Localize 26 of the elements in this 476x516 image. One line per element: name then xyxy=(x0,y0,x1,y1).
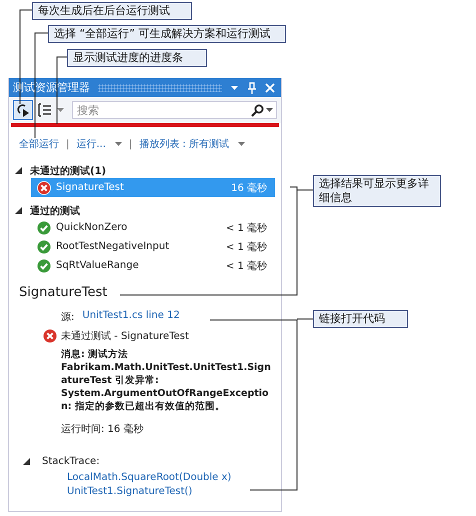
stack-trace-label: StackTrace: xyxy=(42,456,100,467)
test-row[interactable]: RootTestNegativeInput < 1 毫秒 xyxy=(31,237,275,256)
result-text: 未通过测试 - SignatureTest xyxy=(61,330,189,343)
test-row[interactable]: SqRtValueRange < 1 毫秒 xyxy=(31,256,275,275)
group-header[interactable]: 通过的测试 xyxy=(30,204,80,218)
group-header[interactable]: 未通过的测试(1) xyxy=(30,164,106,178)
source-link[interactable]: UnitTest1.cs line 12 xyxy=(82,310,180,324)
search-field[interactable]: 搜索 xyxy=(72,101,277,119)
callout: 选择 “全部运行” 可生成解决方案和运行测试 xyxy=(48,25,286,43)
separator: | xyxy=(128,138,132,150)
separator: | xyxy=(66,138,70,150)
source-label: 源: xyxy=(61,311,74,324)
callout: 选择结果可显示更多详细信息 xyxy=(313,175,441,207)
test-row[interactable]: SignatureTest 16 毫秒 xyxy=(31,178,275,197)
command-link[interactable]: 播放列表 : 所有测试 xyxy=(139,137,230,151)
callout: 每次生成后在后台运行测试 xyxy=(32,2,192,20)
error-message: 消息: 测试方法 Fabrikam.Math.UnitTest.UnitTest1.SignatureTest 引发异常: System.ArgumentOutOfRangeException: 指定的参数已超出有效值的范围。 xyxy=(60,348,271,413)
callout: 链接打开代码 xyxy=(313,310,408,328)
stack-frame-link[interactable]: UnitTest1.SignatureTest() xyxy=(67,485,192,499)
test-row[interactable]: QuickNonZero < 1 毫秒 xyxy=(31,218,275,237)
stack-frame-link[interactable]: LocalMath.SquareRoot(Double x) xyxy=(67,471,232,485)
elapsed-time: 运行时间: 16 毫秒 xyxy=(60,422,144,436)
test-name: SignatureTest xyxy=(18,284,108,300)
command-link[interactable]: 全部运行 xyxy=(19,137,59,151)
callout: 显示测试进度的进度条 xyxy=(67,49,207,67)
command-link[interactable]: 运行... xyxy=(76,137,106,151)
